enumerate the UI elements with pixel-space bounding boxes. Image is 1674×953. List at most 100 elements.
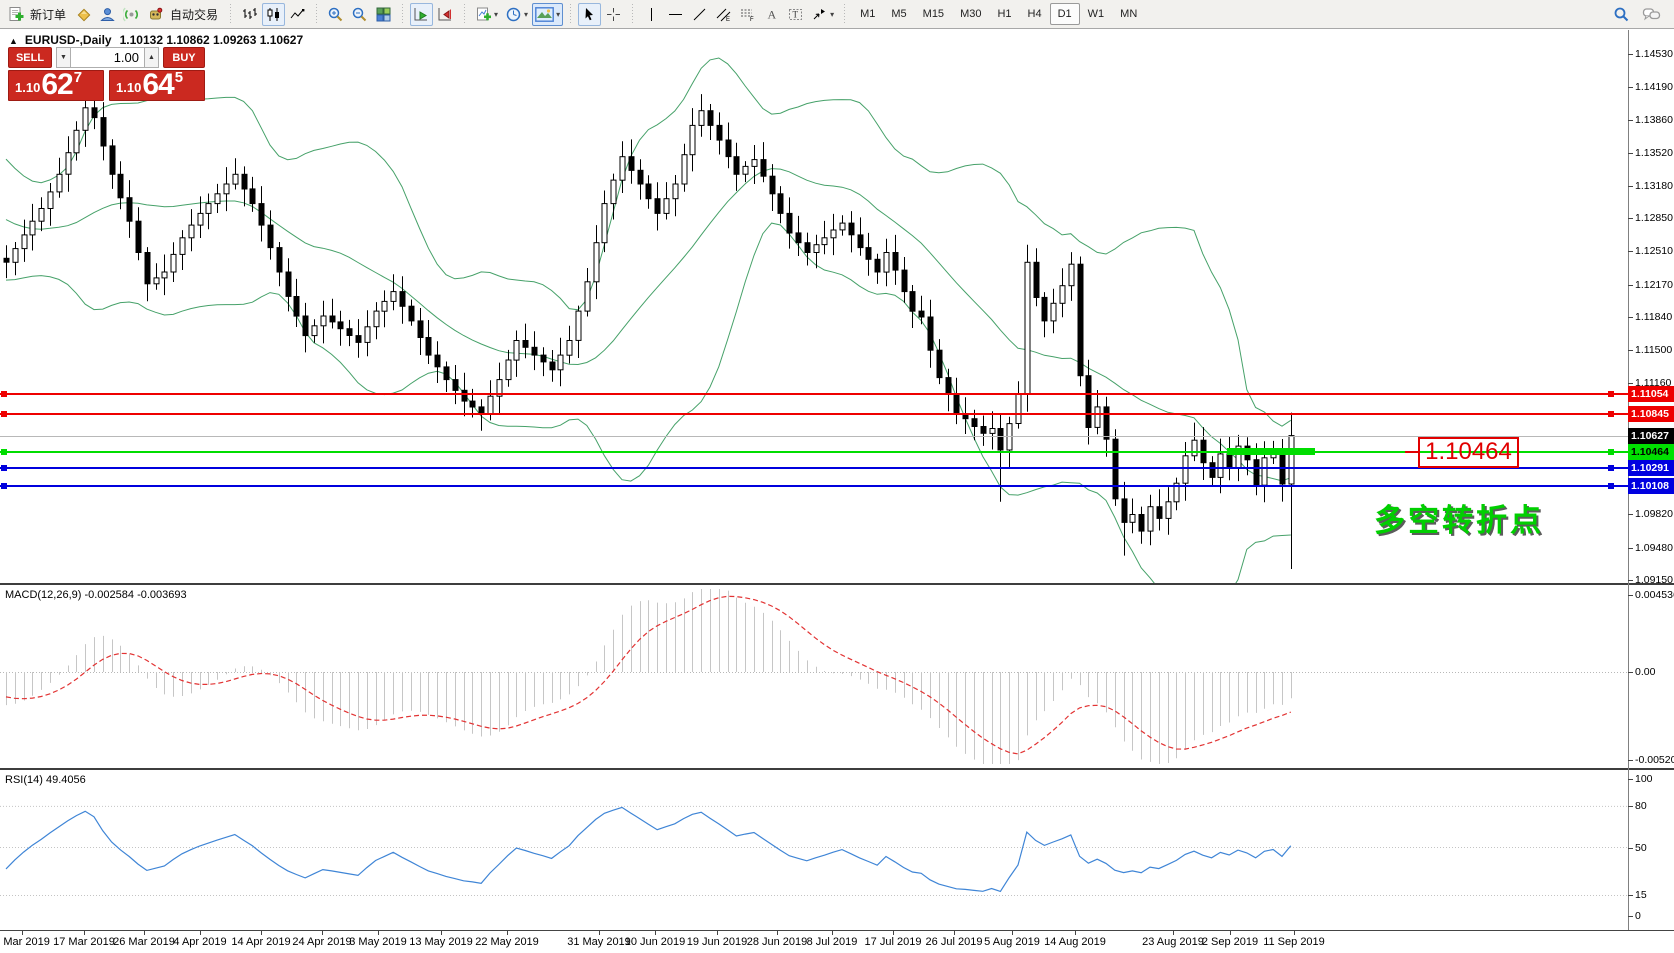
date-label: 4 Apr 2019 bbox=[173, 936, 226, 948]
chart-line-button[interactable] bbox=[286, 3, 309, 26]
chat-button[interactable] bbox=[1639, 3, 1664, 26]
trendline-icon bbox=[691, 6, 708, 23]
volume-increase-button[interactable]: ▲ bbox=[144, 47, 159, 68]
date-tick bbox=[832, 931, 833, 935]
price-axis-label: 1.13520 bbox=[1635, 147, 1673, 159]
candle bbox=[233, 158, 238, 189]
chart-candles-button[interactable] bbox=[262, 3, 285, 26]
timeframe-w1[interactable]: W1 bbox=[1080, 3, 1113, 25]
chart-bars-button[interactable] bbox=[238, 3, 261, 26]
buy-button[interactable]: BUY bbox=[163, 47, 205, 68]
axis-tick bbox=[1628, 548, 1633, 549]
new-order-icon bbox=[7, 6, 24, 23]
profile-button[interactable] bbox=[96, 3, 119, 26]
search-button[interactable] bbox=[1610, 3, 1633, 26]
chart-shift-button[interactable] bbox=[434, 3, 457, 26]
candle bbox=[1086, 360, 1091, 445]
timeframe-mn[interactable]: MN bbox=[1112, 3, 1145, 25]
date-label: 14 Aug 2019 bbox=[1044, 936, 1106, 948]
candle bbox=[39, 197, 44, 231]
templates-button[interactable]: ▾ bbox=[532, 3, 563, 26]
timeframe-h1[interactable]: H1 bbox=[989, 3, 1019, 25]
symbol-period-label: EURUSD-,Daily bbox=[25, 33, 112, 47]
tile-windows-button[interactable] bbox=[372, 3, 395, 26]
date-tick bbox=[322, 931, 323, 935]
text-label-button[interactable]: T bbox=[784, 3, 807, 26]
candle bbox=[338, 311, 343, 346]
price-axis-label: 1.09820 bbox=[1635, 508, 1673, 520]
main-toolbar: 新订单 自动交易 ▾ ▾ bbox=[0, 0, 1674, 29]
price-axis-label: 1.13180 bbox=[1635, 180, 1673, 192]
axis-tick bbox=[1628, 251, 1633, 252]
candle bbox=[1051, 289, 1056, 334]
autotrade-button[interactable] bbox=[144, 3, 167, 26]
candle bbox=[453, 365, 458, 404]
price-tag: 1.11054 bbox=[1628, 386, 1674, 402]
macd-pane[interactable] bbox=[0, 585, 1628, 768]
price-axis[interactable]: 1.145301.141901.138601.135201.131801.128… bbox=[1628, 0, 1674, 952]
collapse-panel-icon[interactable]: ▲ bbox=[9, 36, 18, 46]
sell-price-panel[interactable]: 1.10 62 7 bbox=[8, 70, 104, 101]
timeframe-m30[interactable]: M30 bbox=[952, 3, 989, 25]
pane-divider[interactable] bbox=[0, 768, 1674, 770]
candle bbox=[57, 158, 62, 198]
text-button[interactable]: A bbox=[760, 3, 783, 26]
date-axis[interactable]: 7 Mar 201917 Mar 201926 Mar 20194 Apr 20… bbox=[0, 930, 1674, 953]
price-annotation-box[interactable]: 1.10464 bbox=[1418, 437, 1519, 468]
cursor-button[interactable] bbox=[578, 3, 601, 26]
profile-icon bbox=[99, 6, 116, 23]
zoom-out-button[interactable] bbox=[348, 3, 371, 26]
axis-tick bbox=[1628, 806, 1633, 807]
candle bbox=[1139, 507, 1144, 544]
candle bbox=[629, 139, 634, 183]
price-tag: 1.10627 bbox=[1628, 428, 1674, 444]
date-tick bbox=[378, 931, 379, 935]
new-order-button[interactable] bbox=[4, 3, 27, 26]
dropdown-arrow-icon: ▾ bbox=[830, 10, 834, 19]
candle bbox=[154, 263, 159, 290]
turning-point-annotation[interactable]: 多空转折点 bbox=[1374, 495, 1544, 540]
channel-button[interactable]: E bbox=[712, 3, 735, 26]
signals-button[interactable] bbox=[120, 3, 143, 26]
deposit-button[interactable] bbox=[72, 3, 95, 26]
volume-input[interactable]: 1.00 bbox=[71, 47, 144, 68]
candle bbox=[1236, 435, 1241, 481]
rsi-pane[interactable] bbox=[0, 770, 1628, 930]
candle bbox=[673, 175, 678, 216]
candle bbox=[805, 233, 810, 266]
rsi-line bbox=[6, 807, 1291, 891]
zoom-in-button[interactable] bbox=[324, 3, 347, 26]
candle bbox=[743, 161, 748, 182]
periods-button[interactable]: ▾ bbox=[502, 3, 531, 26]
autotrade-label[interactable]: 自动交易 bbox=[170, 6, 218, 23]
candle bbox=[101, 102, 106, 160]
trendline-button[interactable] bbox=[688, 3, 711, 26]
timeframe-m1[interactable]: M1 bbox=[852, 3, 883, 25]
candle bbox=[1069, 252, 1074, 301]
fibonacci-button[interactable]: F bbox=[736, 3, 759, 26]
timeframe-m15[interactable]: M15 bbox=[915, 3, 952, 25]
timeframe-m5[interactable]: M5 bbox=[883, 3, 914, 25]
date-tick bbox=[893, 931, 894, 935]
auto-scroll-button[interactable] bbox=[410, 3, 433, 26]
new-order-label[interactable]: 新订单 bbox=[30, 6, 66, 23]
crosshair-button[interactable] bbox=[602, 3, 625, 26]
candle bbox=[506, 350, 511, 387]
arrows-button[interactable]: ▾ bbox=[808, 3, 837, 26]
buy-price-panel[interactable]: 1.10 64 5 bbox=[109, 70, 205, 101]
line-handle bbox=[1, 483, 7, 489]
date-label: 28 Jun 2019 bbox=[747, 936, 808, 948]
dropdown-arrow-icon: ▾ bbox=[524, 10, 528, 19]
candle bbox=[1174, 478, 1179, 511]
axis-tick bbox=[1628, 895, 1633, 896]
timeframe-h4[interactable]: H4 bbox=[1020, 3, 1050, 25]
new-chart-button[interactable]: ▾ bbox=[472, 3, 501, 26]
timeframe-d1[interactable]: D1 bbox=[1050, 3, 1080, 25]
price-axis-label: 1.11840 bbox=[1635, 311, 1672, 323]
toolbar-separator bbox=[313, 4, 320, 24]
volume-decrease-button[interactable]: ▼ bbox=[56, 47, 71, 68]
sell-button[interactable]: SELL bbox=[8, 47, 52, 68]
pane-divider[interactable] bbox=[0, 583, 1674, 585]
vertical-line-button[interactable] bbox=[640, 3, 663, 26]
horizontal-line-button[interactable] bbox=[664, 3, 687, 26]
